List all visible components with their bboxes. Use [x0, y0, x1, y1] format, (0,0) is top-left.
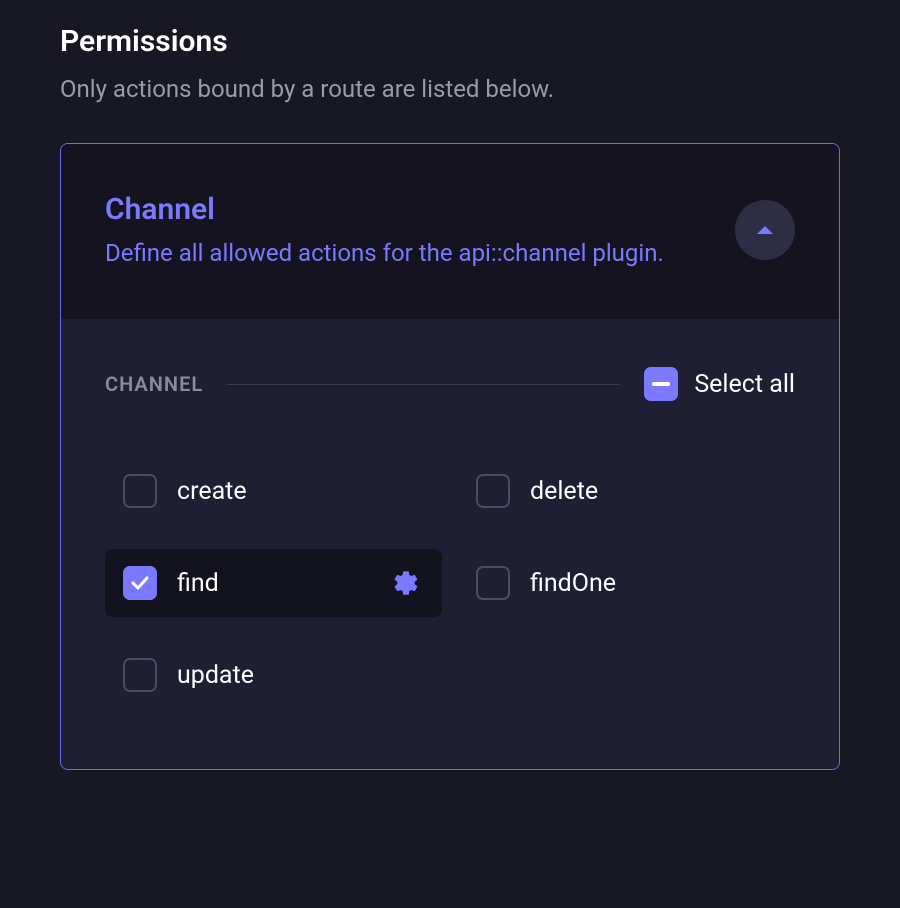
panel-header: Channel Define all allowed actions for t…: [61, 144, 839, 319]
select-all-checkbox[interactable]: [644, 367, 678, 401]
panel-header-text: Channel Define all allowed actions for t…: [105, 192, 711, 271]
action-item-find[interactable]: find: [105, 549, 442, 617]
panel-title: Channel: [105, 192, 711, 227]
panel-description: Define all allowed actions for the api::…: [105, 235, 711, 271]
action-label: update: [177, 661, 424, 690]
select-all-label: Select all: [694, 370, 795, 399]
checkbox-findone[interactable]: [476, 566, 510, 600]
action-item-delete[interactable]: delete: [458, 457, 795, 525]
checkbox-update[interactable]: [123, 658, 157, 692]
divider: [227, 384, 620, 385]
action-item-create[interactable]: create: [105, 457, 442, 525]
action-label: delete: [530, 477, 777, 506]
chevron-up-icon: [756, 224, 774, 236]
action-item-findone[interactable]: findOne: [458, 549, 795, 617]
panel-body: CHANNEL Select all: [61, 319, 839, 769]
collapse-button[interactable]: [735, 200, 795, 260]
action-label: find: [177, 569, 368, 598]
checkbox-find[interactable]: [123, 566, 157, 600]
permissions-panel: Channel Define all allowed actions for t…: [60, 143, 840, 770]
checkbox-delete[interactable]: [476, 474, 510, 508]
checkbox-create[interactable]: [123, 474, 157, 508]
select-all[interactable]: Select all: [644, 367, 795, 401]
action-label: findOne: [530, 569, 777, 598]
page-title: Permissions: [60, 24, 840, 59]
action-label: create: [177, 477, 424, 506]
gear-icon: [392, 569, 420, 597]
action-item-update[interactable]: update: [105, 641, 442, 709]
actions-grid: create delete find: [105, 457, 795, 709]
settings-button-find[interactable]: [388, 565, 424, 601]
group-label: CHANNEL: [105, 372, 203, 396]
check-icon: [130, 573, 150, 593]
indeterminate-icon: [652, 382, 670, 386]
page-subtitle: Only actions bound by a route are listed…: [60, 75, 840, 103]
group-header: CHANNEL Select all: [105, 367, 795, 401]
